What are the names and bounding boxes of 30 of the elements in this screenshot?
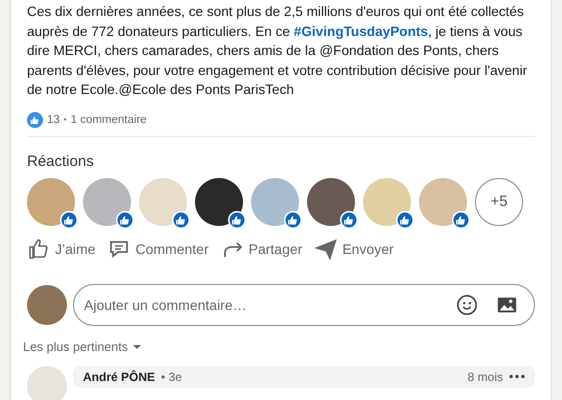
section-title: Réactions <box>27 152 95 170</box>
like-badge-icon <box>60 210 78 228</box>
like-badge-icon <box>340 210 358 228</box>
like-badge-icon <box>228 210 246 228</box>
hashtag-link[interactable]: #GivingTusdayPonts <box>294 24 428 38</box>
emoji-icon[interactable] <box>456 294 478 316</box>
separator-dot: • <box>64 115 67 124</box>
comment-field[interactable]: Ajouter un commentaire… <box>73 284 535 326</box>
like-badge-icon <box>284 210 302 228</box>
connection-degree: • 3e <box>161 370 182 384</box>
comment-author[interactable]: André PÔNE <box>83 370 156 384</box>
like-badge-icon <box>172 210 190 228</box>
comment-time: 8 mois <box>468 370 503 384</box>
like-badge-icon <box>452 210 470 228</box>
share-button[interactable]: Partager <box>220 234 302 264</box>
comment-input[interactable]: Ajouter un commentaire… <box>82 296 438 314</box>
like-button[interactable]: J’aime <box>27 234 96 264</box>
like-badge-icon <box>396 210 414 228</box>
send-button[interactable]: Envoyer <box>314 234 394 264</box>
like-count[interactable]: 13 <box>47 114 60 126</box>
user-avatar <box>27 284 67 324</box>
post-text: Ces dix dernières années, ce sont plus de 2,5 millions d'euros qui ont été collectés auprès de 772 donateurs particuliers. En ce #GivingTusdayPonts, je tiens à vous dire MERCI, chers camarades, chers amis de la @Fondation des Ponts, chers parents d'élèves, pour votre engagement et votre contribution décisive pour l'avenir de notre Ecole.@Ecole des Ponts ParisTech <box>27 3 528 99</box>
like-badge-icon <box>116 210 134 228</box>
send-icon <box>314 236 338 260</box>
more-reactions-button[interactable]: +5 <box>475 178 523 226</box>
sort-dropdown[interactable]: Les plus pertinents <box>23 340 143 354</box>
more-options-icon <box>509 374 525 379</box>
comment-count[interactable]: 1 commentaire <box>70 114 147 126</box>
comment-button[interactable]: Commenter <box>107 234 209 264</box>
like-badge-icon <box>27 112 43 128</box>
